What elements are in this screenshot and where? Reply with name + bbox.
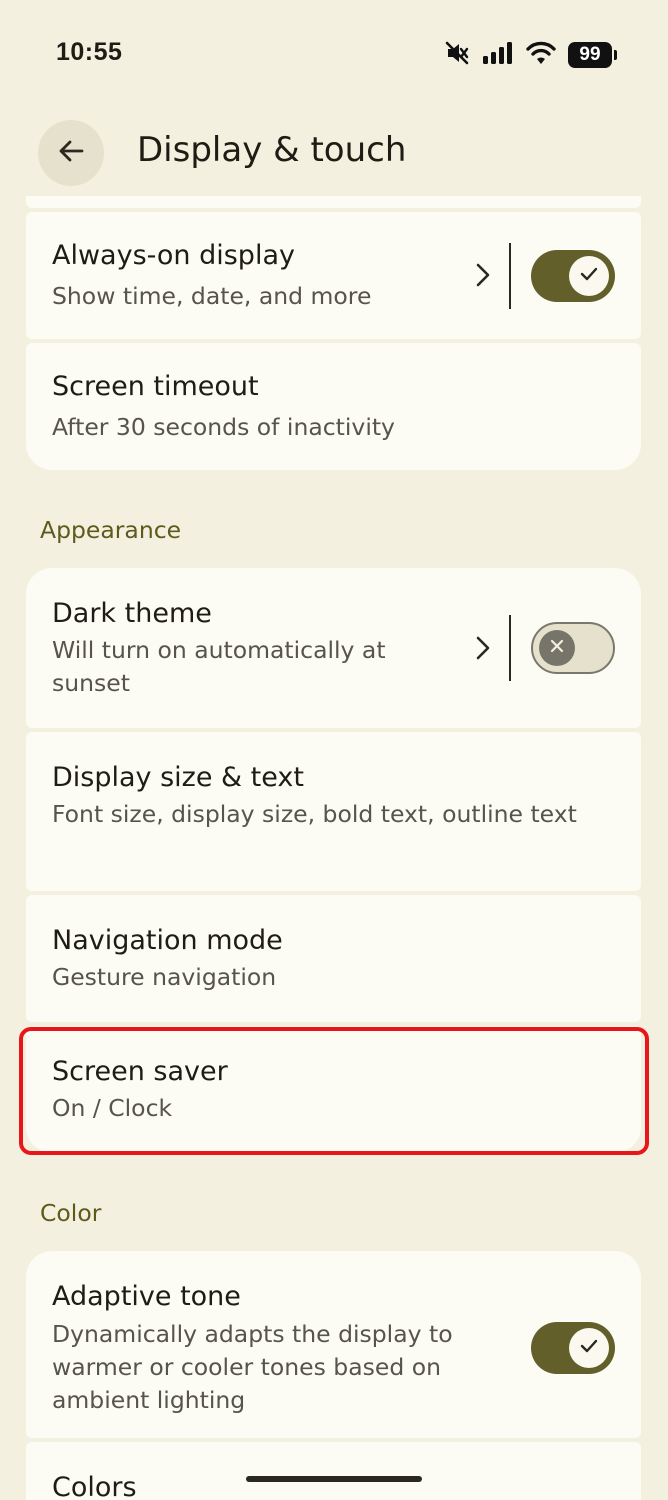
back-button[interactable] xyxy=(38,120,104,186)
mute-icon xyxy=(444,40,470,70)
chevron-right-icon[interactable] xyxy=(472,260,494,290)
row-subtitle: Gesture navigation xyxy=(52,963,277,991)
always-on-display-row[interactable]: Always-on display Show time, date, and m… xyxy=(26,212,641,339)
adaptive-tone-toggle[interactable] xyxy=(531,1322,615,1374)
divider xyxy=(509,615,511,681)
display-size-text-row[interactable]: Display size & text Font size, display s… xyxy=(26,732,641,891)
signal-icon xyxy=(482,41,514,69)
top-app-bar: Display & touch xyxy=(0,118,668,188)
row-subtitle: Will turn on automatically at sunset xyxy=(52,636,386,697)
always-on-display-toggle[interactable] xyxy=(531,250,615,302)
row-title: Navigation mode xyxy=(52,925,283,956)
previous-card-edge xyxy=(26,196,641,208)
status-bar: 10:55 99 xyxy=(0,0,668,108)
status-icons: 99 xyxy=(444,40,617,70)
row-title: Screen saver xyxy=(52,1056,228,1087)
row-title: Always-on display xyxy=(52,240,295,271)
page-title: Display & touch xyxy=(137,130,407,170)
row-title: Screen timeout xyxy=(52,371,259,402)
chevron-right-icon[interactable] xyxy=(472,633,494,663)
row-subtitle: Font size, display size, bold text, outl… xyxy=(52,800,577,828)
dark-theme-toggle[interactable] xyxy=(531,622,615,674)
wifi-icon xyxy=(526,41,556,69)
toggle-knob xyxy=(569,256,609,296)
check-icon xyxy=(578,1335,600,1361)
colors-row[interactable]: Colors xyxy=(26,1442,641,1500)
screen-saver-row[interactable]: Screen saver On / Clock xyxy=(26,1026,641,1153)
check-icon xyxy=(578,263,600,289)
settings-list[interactable]: Always-on display Show time, date, and m… xyxy=(0,196,668,1500)
section-header-color: Color xyxy=(40,1199,102,1227)
adaptive-tone-row[interactable]: Adaptive tone Dynamically adapts the dis… xyxy=(26,1251,641,1438)
close-icon xyxy=(548,637,566,659)
battery-icon: 99 xyxy=(568,42,617,68)
navigation-mode-row[interactable]: Navigation mode Gesture navigation xyxy=(26,895,641,1022)
row-title: Display size & text xyxy=(52,762,304,793)
home-indicator[interactable] xyxy=(246,1476,422,1482)
divider xyxy=(509,243,511,309)
row-title: Adaptive tone xyxy=(52,1281,241,1312)
toggle-knob xyxy=(569,1328,609,1368)
row-title: Colors xyxy=(52,1472,137,1500)
section-header-appearance: Appearance xyxy=(40,516,182,544)
row-title: Dark theme xyxy=(52,598,212,629)
row-subtitle: Dynamically adapts the display to warmer… xyxy=(52,1320,453,1414)
dark-theme-row[interactable]: Dark theme Will turn on automatically at… xyxy=(26,568,641,728)
back-arrow-icon xyxy=(56,136,86,170)
row-subtitle: On / Clock xyxy=(52,1094,173,1122)
row-subtitle: After 30 seconds of inactivity xyxy=(52,413,395,441)
row-subtitle: Show time, date, and more xyxy=(52,282,372,310)
screen-timeout-row[interactable]: Screen timeout After 30 seconds of inact… xyxy=(26,343,641,470)
status-time: 10:55 xyxy=(56,38,123,66)
toggle-knob xyxy=(539,630,575,666)
